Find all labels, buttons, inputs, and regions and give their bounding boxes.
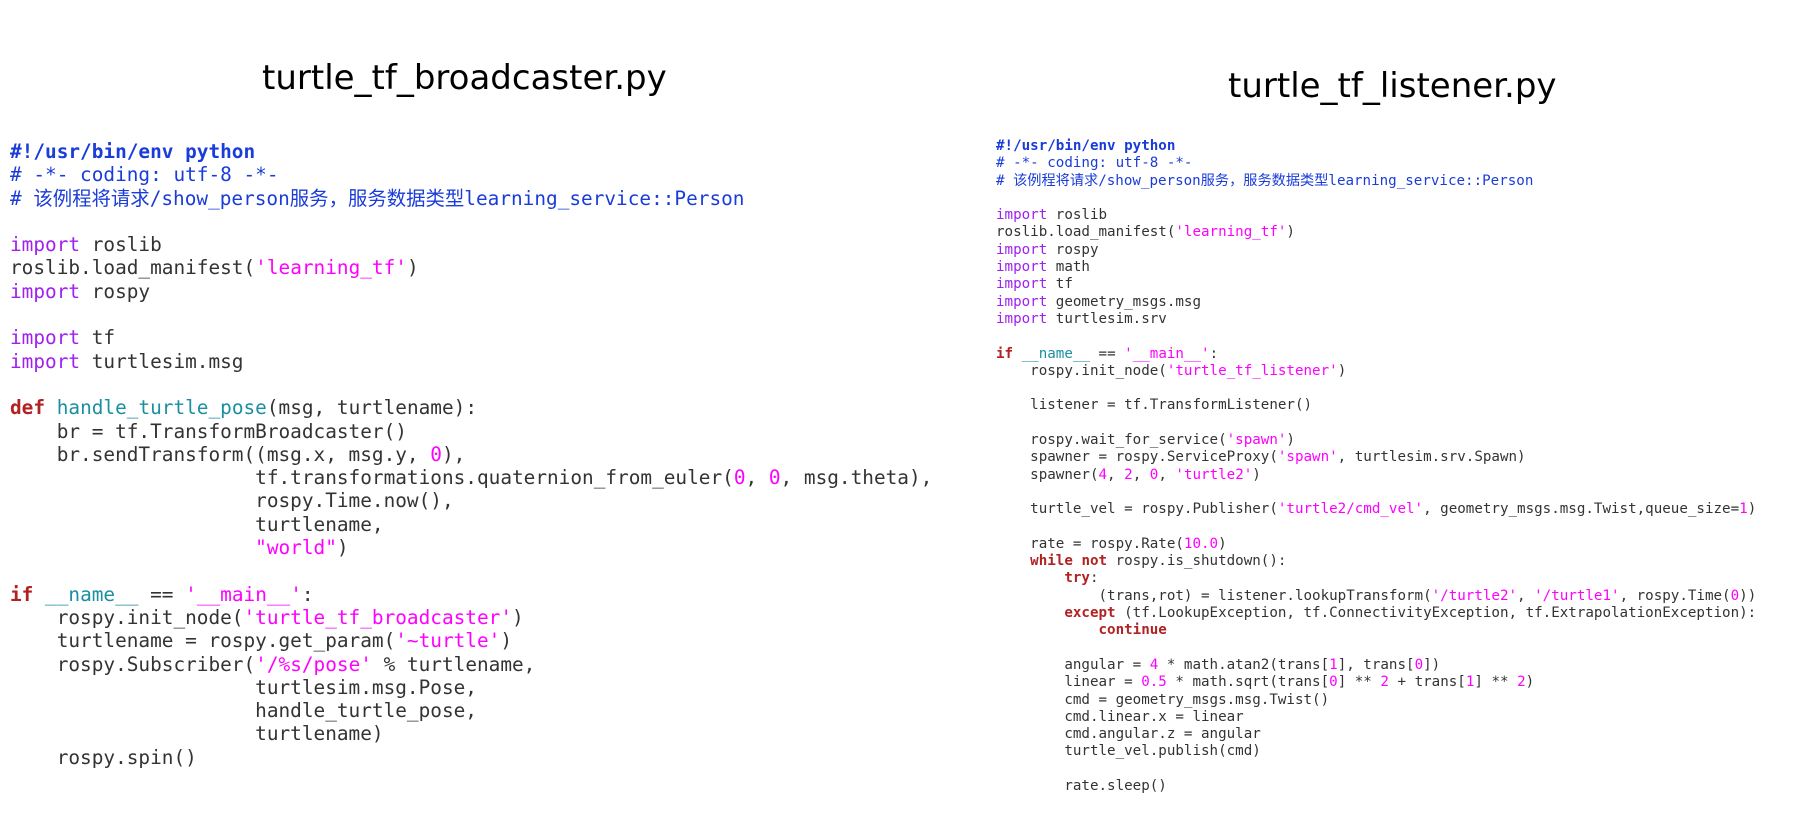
code-line: ​ xyxy=(996,484,1756,501)
code-line: br = tf.TransformBroadcaster() xyxy=(10,419,407,443)
code-line: except (tf.LookupException, tf.Connectiv… xyxy=(1064,605,1757,622)
code-line: spawner(4, 2, 0, 'turtle2') xyxy=(996,466,1261,483)
code-line: ​ xyxy=(996,415,1756,432)
code-line: ​ xyxy=(10,303,932,326)
code-line: cmd.angular.z = angular xyxy=(996,726,1261,743)
code-line: rate = rospy.Rate(10.0) xyxy=(996,535,1227,552)
code-line: rospy.Subscriber('/%s/pose' % turtlename… xyxy=(10,652,536,676)
code-line: turtlename, xyxy=(10,512,384,536)
code-line: import tf xyxy=(10,326,116,350)
code-line: spawner = rospy.ServiceProxy('spawn', tu… xyxy=(996,449,1526,466)
code-line: ​ xyxy=(996,190,1756,207)
code-line: cmd.linear.x = linear xyxy=(996,708,1244,725)
code-line: rate.sleep() xyxy=(996,777,1167,794)
code-line: if __name__ == '__main__': xyxy=(996,345,1219,362)
code-line: import tf xyxy=(996,276,1073,293)
code-line: "world") xyxy=(255,536,349,560)
code-line: ​ xyxy=(996,640,1756,657)
code-line: continue xyxy=(1098,622,1167,639)
code-line: try: xyxy=(1064,570,1099,587)
listener-code-block: #!/usr/bin/env python # -*- coding: utf-8… xyxy=(996,138,1756,795)
code-line: turtlesim.msg.Pose, xyxy=(10,675,477,699)
code-line: # 该例程将请求/show_person服务，服务数据类型learning_se… xyxy=(10,186,745,210)
code-line: # -*- coding: utf-8 -*- xyxy=(996,155,1193,172)
code-line: br.sendTransform((msg.x, msg.y, 0), xyxy=(10,442,466,466)
code-line: rospy.Time.now(), xyxy=(10,489,454,513)
code-line: ​ xyxy=(10,210,932,233)
code-line: roslib.load_manifest('learning_tf') xyxy=(996,224,1295,241)
code-line: angular = 4 * math.atan2(trans[1], trans… xyxy=(996,656,1441,673)
code-line: rospy.wait_for_service('spawn') xyxy=(996,432,1295,449)
code-line: # 该例程将请求/show_person服务，服务数据类型learning_se… xyxy=(996,172,1534,189)
code-line: turtlename = rospy.get_param('~turtle') xyxy=(10,629,513,653)
code-line: import geometry_msgs.msg xyxy=(996,293,1201,310)
code-line: import rospy xyxy=(10,279,151,303)
code-line: import roslib xyxy=(996,207,1108,224)
code-line: rospy.spin() xyxy=(10,745,197,769)
code-line: # -*- coding: utf-8 -*- xyxy=(10,163,279,187)
code-line: import roslib xyxy=(10,233,162,257)
code-line: import rospy xyxy=(996,241,1099,258)
code-line: roslib.load_manifest('learning_tf') xyxy=(10,256,419,280)
code-line: rospy.init_node('turtle_tf_listener') xyxy=(996,362,1347,379)
code-line: turtle_vel = rospy.Publisher('turtle2/cm… xyxy=(996,501,1757,518)
code-line: tf.transformations.quaternion_from_euler… xyxy=(10,466,933,490)
code-line: while not rospy.is_shutdown(): xyxy=(1030,553,1287,570)
code-line: ​ xyxy=(996,761,1756,778)
code-line: #!/usr/bin/env python xyxy=(996,138,1176,154)
code-line: ​ xyxy=(10,559,932,582)
code-line: ​ xyxy=(10,373,932,396)
code-line: def handle_turtle_pose(msg, turtlename): xyxy=(10,396,477,420)
code-line: turtle_vel.publish(cmd) xyxy=(996,743,1261,760)
code-line: ​ xyxy=(996,380,1756,397)
code-line: (trans,rot) = listener.lookupTransform('… xyxy=(996,587,1757,604)
code-line: turtlename) xyxy=(10,722,384,746)
broadcaster-file-title: turtle_tf_broadcaster.py xyxy=(262,58,667,98)
code-line: cmd = geometry_msgs.msg.Twist() xyxy=(996,691,1330,708)
code-line: if __name__ == '__main__': xyxy=(10,582,314,606)
code-line: ​ xyxy=(996,519,1756,536)
code-line: listener = tf.TransformListener() xyxy=(996,397,1313,414)
broadcaster-code-block: #!/usr/bin/env python # -*- coding: utf-8… xyxy=(10,140,932,769)
code-line: import turtlesim.srv xyxy=(996,310,1167,327)
code-line: import turtlesim.msg xyxy=(10,349,244,373)
code-line: handle_turtle_pose, xyxy=(10,699,477,723)
code-line: import math xyxy=(996,259,1090,276)
code-line: #!/usr/bin/env python xyxy=(10,140,256,163)
code-line: ​ xyxy=(996,328,1756,345)
code-line: linear = 0.5 * math.sqrt(trans[0] ** 2 +… xyxy=(996,674,1535,691)
code-line: rospy.init_node('turtle_tf_broadcaster') xyxy=(10,605,524,629)
listener-file-title: turtle_tf_listener.py xyxy=(1228,66,1557,106)
